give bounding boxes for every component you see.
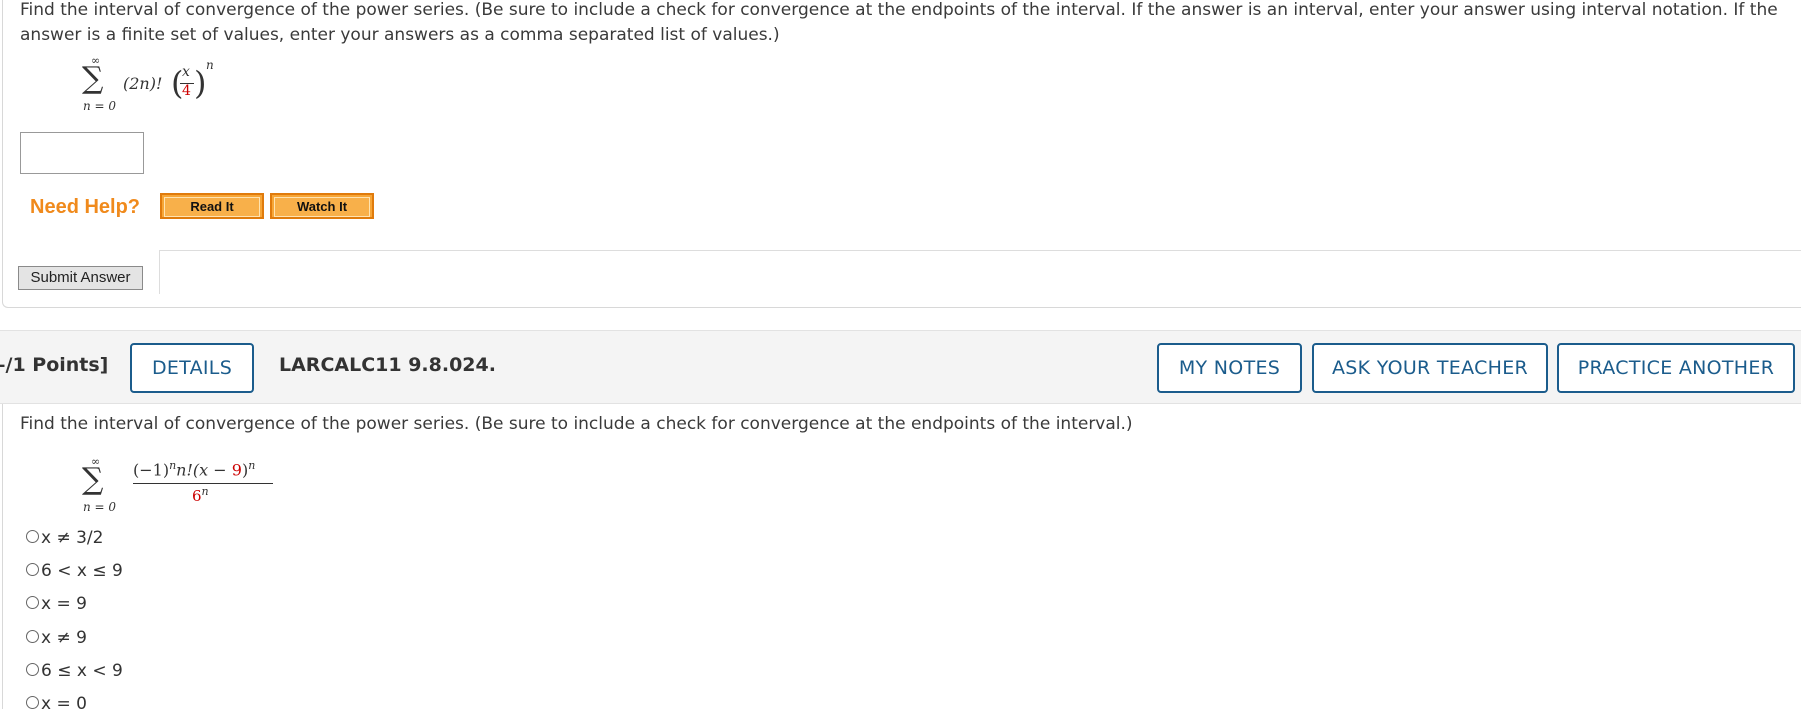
answer-option-label: x = 9 (41, 594, 87, 614)
radio-button[interactable] (26, 662, 39, 676)
series-denominator: 6n (192, 485, 209, 505)
answer-option-label: x ≠ 3/2 (41, 528, 104, 548)
numerator-exponent: n (248, 459, 256, 472)
read-it-button[interactable]: Read It (160, 193, 264, 219)
sum-lower-limit: n = 0 (83, 99, 117, 113)
radio-button[interactable] (26, 562, 39, 576)
answer-option[interactable]: x ≠ 3/2 (26, 528, 103, 548)
my-notes-button[interactable]: MY NOTES (1157, 343, 1302, 393)
fraction-bar (133, 483, 273, 484)
answer-option[interactable]: x = 0 (26, 694, 87, 714)
submit-divider-line (159, 250, 1801, 251)
radio-button[interactable] (26, 629, 39, 643)
practice-another-button[interactable]: PRACTICE ANOTHER (1557, 343, 1795, 393)
answer-option[interactable]: 6 < x ≤ 9 (26, 561, 123, 581)
answer-option-label: 6 ≤ x < 9 (41, 661, 123, 681)
question-2-prompt: Find the interval of convergence of the … (20, 414, 1133, 434)
series-exponent: n (206, 58, 214, 72)
answer-option-label: 6 < x ≤ 9 (41, 561, 123, 581)
fraction-denominator: 4 (182, 83, 191, 99)
fraction-numerator: x (182, 64, 190, 80)
sigma-symbol: ∑ (82, 61, 104, 96)
denominator-exponent: n (201, 485, 209, 498)
answer-option[interactable]: 6 ≤ x < 9 (26, 661, 123, 681)
submit-divider-side (159, 250, 160, 294)
radio-button[interactable] (26, 595, 39, 609)
answer-option-label: x ≠ 9 (41, 628, 87, 648)
question-2-series: ∞ ∑ n = 0 (−1)nn!(x − 9)n 6n (82, 455, 302, 515)
answer-option[interactable]: x ≠ 9 (26, 628, 87, 648)
ask-your-teacher-button[interactable]: ASK YOUR TEACHER (1312, 343, 1548, 393)
question-1-prompt: Find the interval of convergence of the … (20, 0, 1778, 45)
details-button[interactable]: DETAILS (130, 343, 254, 393)
question-2-header: –/1 Points] DETAILS LARCALC11 9.8.024. M… (0, 330, 1801, 404)
paren-close: ) (194, 64, 207, 102)
sigma-symbol: ∑ (82, 462, 104, 497)
need-help-label: Need Help? (30, 196, 141, 218)
problem-id: LARCALC11 9.8.024. (279, 354, 496, 376)
submit-answer-button[interactable]: Submit Answer (18, 266, 143, 290)
denominator-base: 6 (192, 487, 202, 505)
series-numerator: (−1)nn!(x − 9)n (133, 459, 255, 479)
question-2-frame (2, 404, 3, 709)
answer-option[interactable]: x = 9 (26, 594, 87, 614)
answer-option-label: x = 0 (41, 694, 87, 714)
numerator-center-value: 9 (231, 460, 242, 480)
question-1-series: ∞ ∑ n = 0 (2n)! ( x 4 ) n (82, 54, 282, 114)
sum-lower-limit: n = 0 (83, 500, 117, 514)
radio-button[interactable] (26, 695, 39, 709)
points-label: –/1 Points] (0, 354, 109, 376)
radio-button[interactable] (26, 529, 39, 543)
series-coefficient: (2n)! (123, 74, 163, 93)
numerator-part: (−1) (133, 460, 170, 480)
watch-it-button[interactable]: Watch It (270, 193, 374, 219)
question-1-panel: Find the interval of convergence of the … (0, 0, 1801, 310)
read-it-label: Read It (164, 197, 260, 217)
numerator-part: n!(x − (176, 460, 232, 480)
watch-it-label: Watch It (274, 197, 370, 217)
answer-input[interactable] (20, 132, 144, 174)
